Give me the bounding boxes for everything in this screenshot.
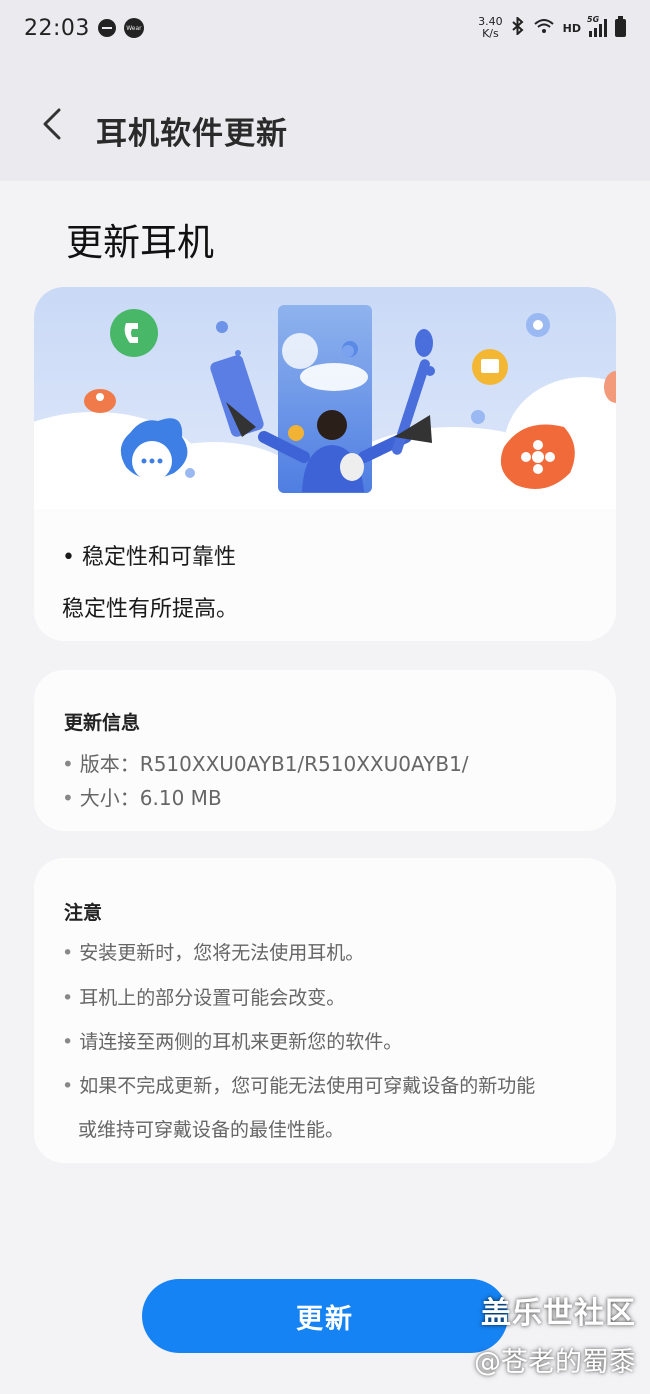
bullet-dot: • bbox=[62, 786, 74, 810]
notice-item: • 安装更新时，您将无法使用耳机。 bbox=[62, 938, 364, 965]
status-right: 3.40 K/s HD 5G bbox=[478, 15, 626, 40]
notice-item-text: 耳机上的部分设置可能会改变。 bbox=[79, 987, 346, 1009]
notice-item: • 如果不完成更新，您可能无法使用可穿戴设备的新功能 bbox=[62, 1071, 535, 1098]
wifi-icon bbox=[533, 17, 555, 39]
bullet-dot: • bbox=[62, 1075, 74, 1097]
update-info-card: 更新信息 • 版本：R510XXU0AYB1/R510XXU0AYB1/ • 大小：… bbox=[34, 670, 616, 831]
hd-voice-label: HD bbox=[562, 21, 581, 35]
notice-item-text: 如果不完成更新，您可能无法使用可穿戴设备的新功能 bbox=[79, 1075, 536, 1097]
wear-app-icon: Wear bbox=[123, 18, 144, 38]
watermark-handle: @苍老的蜀黍 bbox=[474, 1347, 636, 1378]
back-button[interactable] bbox=[30, 102, 74, 146]
size-line: • 大小：6.10 MB bbox=[62, 782, 222, 811]
status-left: 22:03 Wear bbox=[24, 16, 144, 41]
battery-icon bbox=[615, 16, 626, 37]
notice-label: 注意 bbox=[64, 902, 103, 924]
notice-card: 注意 • 安装更新时，您将无法使用耳机。 • 耳机上的部分设置可能会改变。 • 请连接… bbox=[34, 858, 616, 1163]
signal-strength-icon: 5G bbox=[587, 15, 607, 37]
version-line: • 版本：R510XXU0AYB1/R510XXU0AYB1/ bbox=[62, 748, 469, 777]
notice-item: • 耳机上的部分设置可能会改变。 bbox=[62, 983, 345, 1010]
update-highlight-description: 稳定性有所提高。 bbox=[62, 597, 239, 622]
do-not-disturb-icon bbox=[97, 19, 116, 37]
hero-illustration bbox=[34, 287, 616, 509]
size-text: 大小：6.10 MB bbox=[79, 786, 222, 810]
section-heading: 更新耳机 bbox=[66, 221, 214, 264]
bullet-dot: • bbox=[62, 752, 74, 776]
page-title: 耳机软件更新 bbox=[96, 116, 288, 152]
version-text: 版本：R510XXU0AYB1/R510XXU0AYB1/ bbox=[79, 752, 469, 776]
status-time: 22:03 bbox=[24, 15, 90, 41]
status-bar: 22:03 Wear 3.40 K/s HD 5G bbox=[0, 0, 650, 56]
notice-item-continuation: 或维持可穿戴设备的最佳性能。 bbox=[78, 1119, 345, 1141]
network-speed-unit: K/s bbox=[482, 27, 499, 40]
update-highlight-title: • 稳定性和可靠性 bbox=[62, 545, 236, 570]
watermark: 盖乐世社区 @苍老的蜀黍 bbox=[474, 1288, 636, 1379]
bullet-dot: • bbox=[62, 1031, 74, 1053]
notice-item-text: 安装更新时，您将无法使用耳机。 bbox=[79, 942, 365, 964]
app-bar: 耳机软件更新 bbox=[0, 56, 650, 181]
bullet-dot: • bbox=[62, 987, 74, 1009]
notice-item: • 请连接至两侧的耳机来更新您的软件。 bbox=[62, 1027, 402, 1054]
update-button[interactable]: 更新 bbox=[142, 1279, 508, 1353]
watermark-title: 盖乐世社区 bbox=[481, 1296, 636, 1331]
update-info-label: 更新信息 bbox=[64, 712, 141, 734]
update-summary-card: • 稳定性和可靠性 稳定性有所提高。 bbox=[34, 287, 616, 641]
chevron-left-icon bbox=[43, 108, 61, 140]
network-speed: 3.40 K/s bbox=[478, 16, 503, 40]
notice-item-text: 请连接至两侧的耳机来更新您的软件。 bbox=[79, 1031, 403, 1053]
network-type-label: 5G bbox=[587, 15, 600, 24]
bullet-dot: • bbox=[62, 942, 74, 964]
bluetooth-icon bbox=[511, 15, 525, 39]
